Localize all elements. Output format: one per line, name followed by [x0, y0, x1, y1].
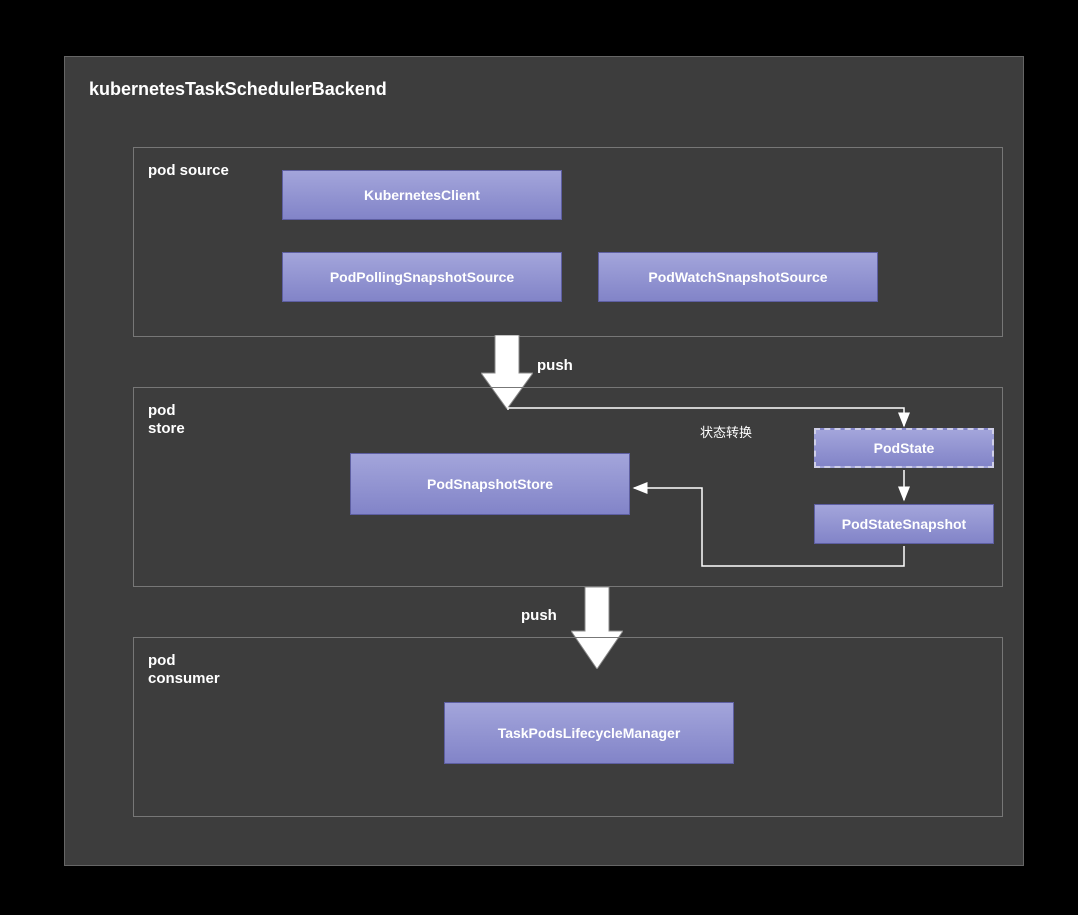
section-title-source: pod source [148, 162, 229, 180]
node-pod-state: PodState [814, 428, 994, 468]
node-task-pods-lifecycle-manager: TaskPodsLifecycleManager [444, 702, 734, 764]
node-pod-state-snapshot: PodStateSnapshot [814, 504, 994, 544]
section-title-consumer: pod consumer [148, 652, 220, 688]
node-pod-polling-snapshot-source: PodPollingSnapshotSource [282, 252, 562, 302]
label-push-1: push [537, 357, 573, 374]
backend-panel: kubernetesTaskSchedulerBackend pod sourc… [64, 56, 1024, 866]
node-pod-snapshot-store: PodSnapshotStore [350, 453, 630, 515]
node-pod-watch-snapshot-source: PodWatchSnapshotSource [598, 252, 878, 302]
section-pod-consumer: pod consumer TaskPodsLifecycleManager [133, 637, 1003, 817]
label-state-transition: 状态转换 [700, 422, 752, 441]
label-push-2: push [521, 607, 557, 624]
section-pod-store: pod store PodSnapshotStore PodState PodS… [133, 387, 1003, 587]
panel-title: kubernetesTaskSchedulerBackend [89, 79, 387, 100]
section-title-store: pod store [148, 402, 185, 438]
section-pod-source: pod source KubernetesClient PodPollingSn… [133, 147, 1003, 337]
node-kubernetes-client: KubernetesClient [282, 170, 562, 220]
